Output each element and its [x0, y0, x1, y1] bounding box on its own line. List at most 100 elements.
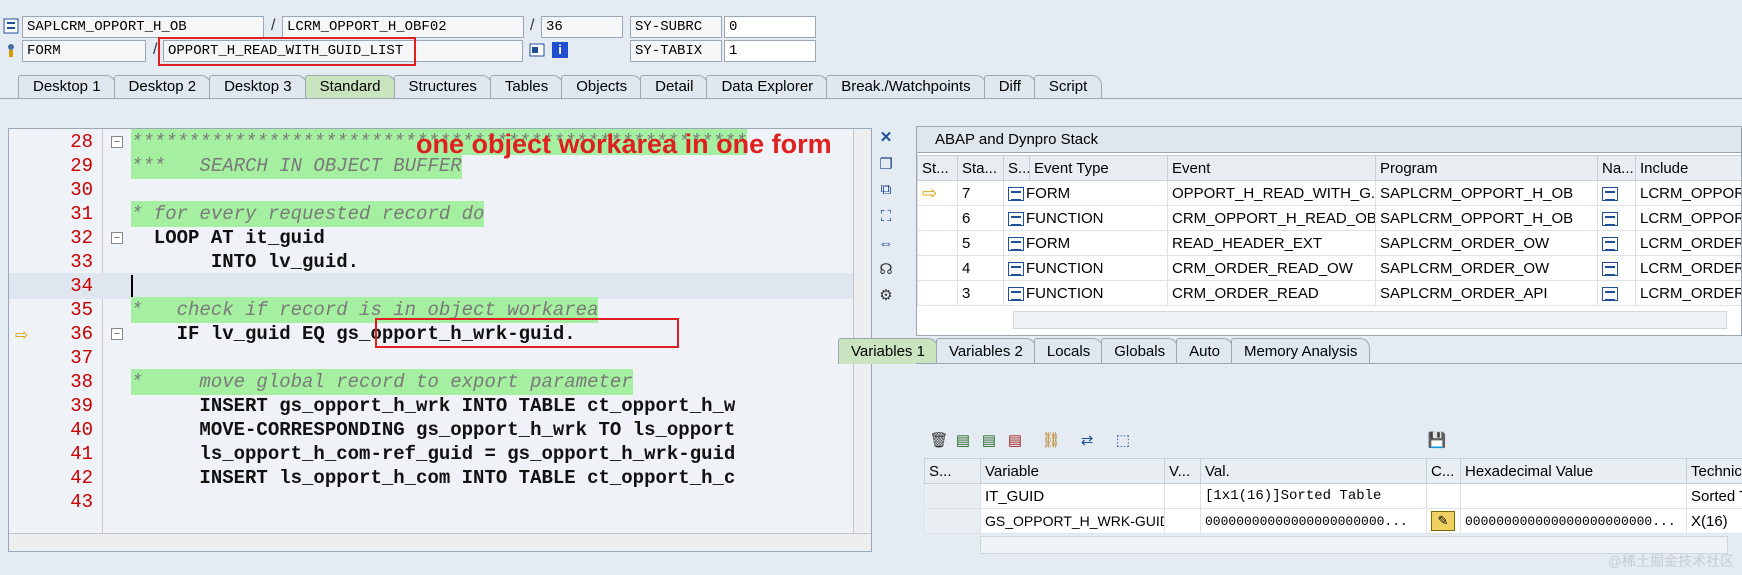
tab-locals[interactable]: Locals — [1033, 338, 1104, 364]
tab-tables[interactable]: Tables — [489, 75, 564, 99]
navigate-icon[interactable] — [1597, 180, 1636, 206]
table-row[interactable]: 6 FUNCTION CRM_OPPORT_H_READ_OB SAPLCRM_… — [917, 205, 1741, 231]
line-number: 39 — [70, 395, 93, 417]
column-header[interactable]: St... — [917, 155, 958, 181]
tab-objects[interactable]: Objects — [561, 75, 643, 99]
column-header[interactable]: Event — [1167, 155, 1376, 181]
line-number: 35 — [70, 299, 93, 321]
tab-memory-analysis[interactable]: Memory Analysis — [1230, 338, 1371, 364]
tab-globals[interactable]: Globals — [1101, 338, 1179, 364]
close-icon[interactable]: ✕ — [876, 128, 896, 148]
program: SAPLCRM_ORDER_API — [1375, 280, 1598, 306]
source-code-editor[interactable]: 28 − ***********************************… — [8, 128, 872, 552]
variable-name[interactable]: GS_OPPORT_H_WRK-GUID — [980, 508, 1165, 534]
column-header[interactable]: Na... — [1597, 155, 1636, 181]
column-header[interactable]: Program — [1375, 155, 1598, 181]
save-icon[interactable]: 💾 — [1426, 431, 1448, 451]
maximize-icon[interactable]: ⛶ — [876, 207, 896, 227]
fold-toggle[interactable]: − — [111, 136, 123, 148]
code-line: 33 INTO lv_guid. — [9, 249, 865, 275]
table-row[interactable]: GS_OPPORT_H_WRK-GUID 0000000000000000000… — [924, 508, 1742, 534]
event-type: FORM — [1026, 234, 1071, 252]
variables-table: S... Variable V... Val. C... Hexadecimal… — [924, 458, 1742, 534]
hierarchy-icon[interactable]: ⛓ — [1040, 431, 1062, 451]
change-value-button[interactable]: ✎ — [1426, 508, 1461, 534]
table-row[interactable]: 4 FUNCTION CRM_ORDER_READ_OW SAPLCRM_ORD… — [917, 255, 1741, 281]
stack-table: St... Sta... S... Event Type Event Progr… — [917, 155, 1741, 306]
table-row[interactable]: ⇨ 7 FORM OPPORT_H_READ_WITH_G... SAPLCRM… — [917, 180, 1741, 206]
headset-icon[interactable]: ☊ — [876, 260, 896, 280]
column-header[interactable]: Sta... — [957, 155, 1004, 181]
code-line: 32 − LOOP AT it_guid — [9, 225, 865, 251]
column-header[interactable]: Technica — [1686, 458, 1742, 484]
display-object-icon[interactable] — [529, 42, 545, 58]
editor-horizontal-scrollbar[interactable] — [9, 533, 871, 551]
navigate-icon[interactable] — [1597, 280, 1636, 306]
tab-diff[interactable]: Diff — [983, 75, 1036, 99]
column-header[interactable]: Val. — [1200, 458, 1427, 484]
tab-data-explorer[interactable]: Data Explorer — [706, 75, 829, 99]
append-row-icon[interactable]: ▤ — [978, 431, 1000, 451]
text-caret — [131, 275, 133, 297]
insert-row-icon[interactable]: ▤ — [952, 431, 974, 451]
column-header[interactable]: Event Type — [1029, 155, 1168, 181]
include-field[interactable]: LCRM_OPPORT_H_OBF02 — [282, 16, 524, 38]
navigate-icon[interactable] — [1597, 255, 1636, 281]
type-field[interactable]: FORM — [22, 40, 146, 62]
fold-toggle[interactable]: − — [111, 328, 123, 340]
event-type-cell: FUNCTION — [1003, 255, 1168, 281]
navigate-icon[interactable] — [1597, 230, 1636, 256]
new-window-icon[interactable]: ❐ — [876, 155, 896, 175]
tab-standard[interactable]: Standard — [304, 75, 396, 99]
code-line: 34 — [9, 273, 865, 299]
variable-name[interactable]: IT_GUID — [980, 483, 1165, 509]
program-icon — [3, 18, 19, 34]
tab-desktop-2[interactable]: Desktop 2 — [113, 75, 212, 99]
tab-desktop-1[interactable]: Desktop 1 — [18, 75, 116, 99]
column-header[interactable]: Variable — [980, 458, 1165, 484]
tab-script[interactable]: Script — [1033, 75, 1103, 99]
program: SAPLCRM_OPPORT_H_OB — [1375, 180, 1598, 206]
delete-row-icon[interactable]: ▤ — [1004, 431, 1026, 451]
row-selector[interactable] — [924, 483, 981, 509]
tab-auto[interactable]: Auto — [1176, 338, 1233, 364]
include: LCRM_ORDER_OWF0 — [1635, 230, 1741, 256]
table-row[interactable]: 3 FUNCTION CRM_ORDER_READ SAPLCRM_ORDER_… — [917, 280, 1741, 306]
delete-icon[interactable]: 🗑 — [928, 431, 950, 451]
program-field[interactable]: SAPLCRM_OPPORT_H_OB — [22, 16, 264, 38]
navigate-icon[interactable] — [1597, 205, 1636, 231]
column-header[interactable]: S... — [1003, 155, 1030, 181]
tab-variables-2[interactable]: Variables 2 — [935, 338, 1036, 364]
column-header[interactable]: Include — [1635, 155, 1741, 181]
line-field[interactable]: 36 — [541, 16, 623, 38]
fold-toggle[interactable]: − — [111, 232, 123, 244]
event: OPPORT_H_READ_WITH_G... — [1167, 180, 1376, 206]
select-icon[interactable]: ⬚ — [1112, 431, 1134, 451]
line-number: 34 — [70, 275, 93, 297]
sy-tabix-value[interactable]: 1 — [724, 40, 816, 62]
tab-detail[interactable]: Detail — [640, 75, 709, 99]
stack-horizontal-scrollbar[interactable] — [1013, 311, 1727, 329]
info-icon[interactable]: i — [552, 42, 568, 58]
event-type-cell: FORM — [1003, 180, 1168, 206]
table-row[interactable]: 5 FORM READ_HEADER_EXT SAPLCRM_ORDER_OW … — [917, 230, 1741, 256]
tab-structures[interactable]: Structures — [393, 75, 492, 99]
document-icon — [1008, 286, 1024, 301]
column-header[interactable]: Hexadecimal Value — [1460, 458, 1687, 484]
sy-subrc-value[interactable]: 0 — [724, 16, 816, 38]
separator: / — [271, 17, 276, 34]
table-row[interactable]: IT_GUID [1x1(16)]Sorted Table Sorted T — [924, 483, 1742, 509]
tools-icon[interactable]: ⚙ — [876, 286, 896, 306]
row-selector[interactable] — [924, 508, 981, 534]
column-header[interactable]: V... — [1164, 458, 1201, 484]
separator: / — [153, 41, 158, 58]
event-type-cell: FUNCTION — [1003, 280, 1168, 306]
column-header[interactable]: C... — [1426, 458, 1461, 484]
tab-variables-1[interactable]: Variables 1 — [838, 338, 938, 364]
tab-desktop-3[interactable]: Desktop 3 — [209, 75, 307, 99]
swap-icon[interactable]: ⇔ — [876, 234, 896, 254]
tab-break-watchpoints[interactable]: Break./Watchpoints — [826, 75, 986, 99]
transfer-icon[interactable]: ⇄ — [1076, 431, 1098, 451]
copy-icon[interactable]: ⧉ — [876, 180, 896, 200]
column-header[interactable]: S... — [924, 458, 981, 484]
